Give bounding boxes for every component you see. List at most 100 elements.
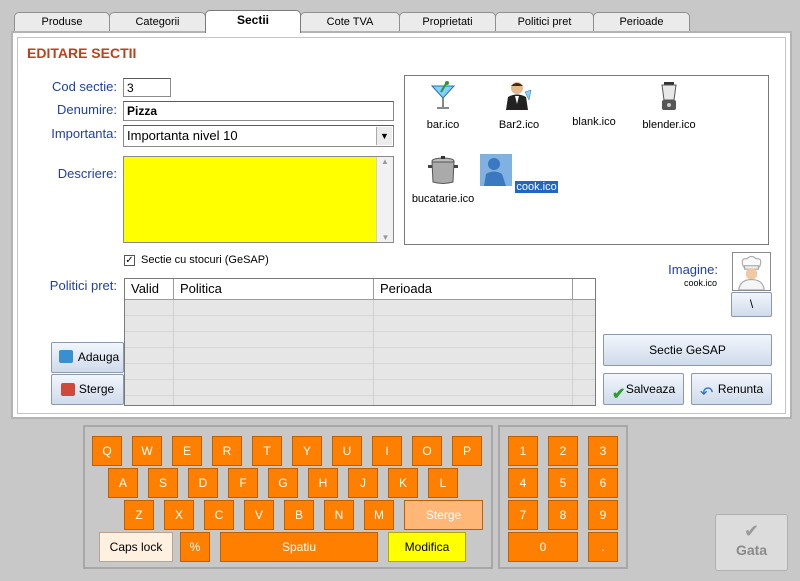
key-v[interactable]: V — [244, 500, 274, 530]
denumire-input[interactable]: Pizza — [123, 101, 394, 121]
key-l[interactable]: L — [428, 468, 458, 498]
icon-item-blender[interactable]: blender.ico — [629, 80, 709, 131]
numpad-key-8[interactable]: 8 — [548, 500, 578, 530]
key-r[interactable]: R — [212, 436, 242, 466]
add-table-icon — [59, 350, 73, 363]
sterge-label: Sterge — [78, 382, 115, 396]
salveaza-button[interactable]: ✔ Salveaza — [603, 373, 684, 405]
icon-label: bucatarie.ico — [411, 193, 475, 205]
salveaza-label: Salveaza — [625, 382, 676, 396]
icon-item-bar2[interactable]: Bar2.ico — [479, 80, 559, 131]
key-caps-lock[interactable]: Caps lock — [99, 532, 173, 562]
sectie-gesap-button[interactable]: Sectie GeSAP — [603, 334, 772, 366]
numpad-key-2[interactable]: 2 — [548, 436, 578, 466]
importanta-select[interactable]: Importanta nivel 10 ▼ — [123, 125, 394, 147]
tab-proprietati[interactable]: Proprietati — [399, 12, 496, 32]
col-politica[interactable]: Politica — [174, 279, 374, 299]
imagine-label: Imagine: — [668, 262, 718, 277]
key-z[interactable]: Z — [124, 500, 154, 530]
browse-path-button[interactable]: \ — [731, 292, 772, 317]
numpad-key-dot[interactable]: . — [588, 532, 618, 562]
adauga-button[interactable]: Adauga — [51, 342, 124, 373]
tab-categorii[interactable]: Categorii — [109, 12, 206, 32]
key-h[interactable]: H — [308, 468, 338, 498]
tab-cote-tva[interactable]: Cote TVA — [300, 12, 400, 32]
key-m[interactable]: M — [364, 500, 394, 530]
gata-label: Gata — [735, 542, 768, 558]
undo-icon: ↶ — [700, 385, 714, 402]
stoc-checkbox-label: Sectie cu stocuri (GeSAP) — [141, 254, 269, 266]
tab-produse[interactable]: Produse — [14, 12, 110, 32]
sterge-button[interactable]: Sterge — [51, 374, 124, 405]
col-valid[interactable]: Valid — [125, 279, 174, 299]
key-i[interactable]: I — [372, 436, 402, 466]
numpad-key-3[interactable]: 3 — [588, 436, 618, 466]
page-title: EDITARE SECTII — [27, 45, 137, 61]
key-y[interactable]: Y — [292, 436, 322, 466]
numpad-key-9[interactable]: 9 — [588, 500, 618, 530]
icon-list[interactable]: bar.ico Bar2.ico blank.ico blender.ico b… — [404, 75, 769, 245]
key-modifica[interactable]: Modifica — [388, 532, 466, 562]
delete-table-icon — [61, 383, 75, 396]
numpad-key-4[interactable]: 4 — [508, 468, 538, 498]
descriere-label: Descriere: — [57, 166, 117, 181]
chevron-down-icon[interactable]: ▼ — [376, 127, 392, 145]
importanta-value: Importanta nivel 10 — [127, 128, 238, 143]
key-p[interactable]: P — [452, 436, 482, 466]
key-f[interactable]: F — [228, 468, 258, 498]
key-w[interactable]: W — [132, 436, 162, 466]
imagine-preview — [732, 252, 771, 291]
scroll-down-icon[interactable]: ▼ — [377, 233, 394, 242]
numpad-key-0[interactable]: 0 — [508, 532, 578, 562]
numpad-key-7[interactable]: 7 — [508, 500, 538, 530]
key-u[interactable]: U — [332, 436, 362, 466]
checkmark-icon: ✔ — [612, 386, 626, 403]
icon-item-bar[interactable]: bar.ico — [403, 80, 483, 131]
numpad-key-1[interactable]: 1 — [508, 436, 538, 466]
grid-divider — [173, 300, 174, 405]
descriere-textarea[interactable]: ▲ ▼ — [123, 156, 394, 243]
key-s[interactable]: S — [148, 468, 178, 498]
icon-item-cook[interactable]: cook.ico — [479, 154, 559, 193]
imagine-filename: cook.ico — [683, 278, 717, 288]
tab-perioade[interactable]: Perioade — [593, 12, 690, 32]
politici-grid[interactable]: Valid Politica Perioada — [124, 278, 596, 406]
key-q[interactable]: Q — [92, 436, 122, 466]
key-sterge[interactable]: Sterge — [404, 500, 483, 530]
cod-sectie-label: Cod sectie: — [51, 79, 117, 94]
stoc-checkbox[interactable]: ✓ — [124, 255, 135, 266]
key-g[interactable]: G — [268, 468, 298, 498]
key-o[interactable]: O — [412, 436, 442, 466]
cook-icon — [480, 154, 513, 186]
descriere-scrollbar[interactable]: ▲ ▼ — [376, 157, 393, 242]
adauga-label: Adauga — [77, 350, 120, 364]
checkmark-icon: ✔ — [743, 521, 760, 541]
icon-item-bucatarie[interactable]: bucatarie.ico — [403, 154, 483, 205]
key-b[interactable]: B — [284, 500, 314, 530]
numpad-key-6[interactable]: 6 — [588, 468, 618, 498]
renunta-button[interactable]: ↶ Renunta — [691, 373, 772, 405]
key-x[interactable]: X — [164, 500, 194, 530]
tab-sectii[interactable]: Sectii — [205, 10, 301, 33]
key-n[interactable]: N — [324, 500, 354, 530]
key-c[interactable]: C — [204, 500, 234, 530]
col-perioada[interactable]: Perioada — [374, 279, 573, 299]
key-k[interactable]: K — [388, 468, 418, 498]
key-percent[interactable]: % — [180, 532, 210, 562]
icon-label: Bar2.ico — [498, 119, 540, 131]
gata-button[interactable]: ✔ Gata — [715, 514, 788, 571]
renunta-label: Renunta — [717, 382, 764, 396]
cod-sectie-input[interactable]: 3 — [123, 78, 171, 97]
scroll-up-icon[interactable]: ▲ — [377, 157, 393, 166]
key-d[interactable]: D — [188, 468, 218, 498]
key-e[interactable]: E — [172, 436, 202, 466]
numpad-key-5[interactable]: 5 — [548, 468, 578, 498]
key-a[interactable]: A — [108, 468, 138, 498]
tab-politici-pret[interactable]: Politici pret — [495, 12, 594, 32]
cooking-pot-icon — [428, 156, 458, 184]
grid-body — [125, 300, 595, 405]
key-j[interactable]: J — [348, 468, 378, 498]
icon-item-blank[interactable]: blank.ico — [554, 80, 634, 128]
key-t[interactable]: T — [252, 436, 282, 466]
key-space[interactable]: Spatiu — [220, 532, 378, 562]
